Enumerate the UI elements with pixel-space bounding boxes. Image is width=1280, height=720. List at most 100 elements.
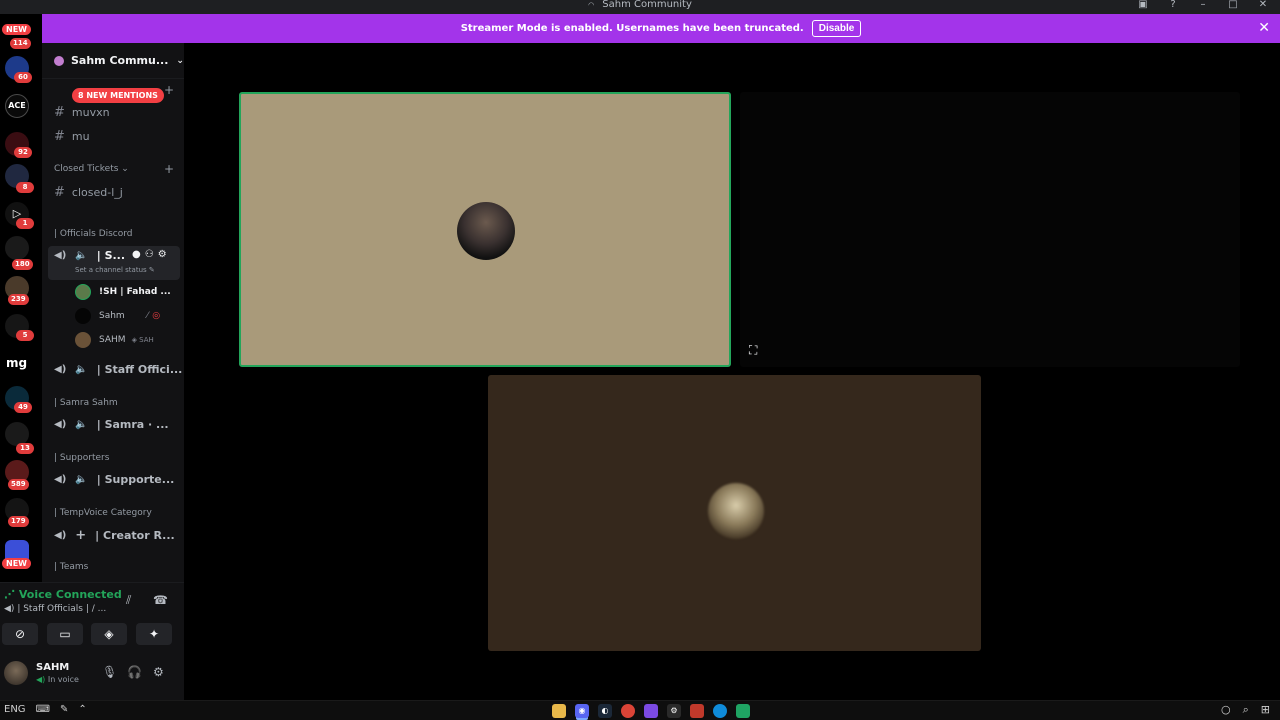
voice-tile-speaking[interactable] <box>239 92 731 367</box>
voice-channel-name[interactable]: ◀) | Staff Officials | / ... <box>4 604 106 614</box>
server-icon-ace[interactable]: ACE <box>5 94 29 118</box>
category-officials[interactable]: | Officials Discord <box>54 229 133 239</box>
minimize-icon[interactable]: – <box>1196 0 1210 10</box>
disconnect-icon[interactable]: ☎ <box>153 593 168 607</box>
close-banner-icon[interactable]: ✕ <box>1258 20 1270 36</box>
start-icon[interactable]: ⊞ <box>1261 703 1270 717</box>
channel-label: mu <box>71 130 90 143</box>
app-icon[interactable] <box>736 704 750 718</box>
activity-button[interactable]: ◈ <box>91 623 127 645</box>
category-label: Closed Tickets <box>54 164 119 174</box>
chat-icon[interactable]: ● <box>132 249 141 260</box>
inbox-icon[interactable]: ▣ <box>1136 0 1150 10</box>
category-teams[interactable]: | Teams <box>54 562 88 572</box>
avatar <box>75 284 91 300</box>
channel-mu[interactable]: # mu <box>54 129 90 144</box>
channel-status-hint[interactable]: Set a channel status ✎ <box>75 266 155 274</box>
noise-suppression-icon[interactable]: ⫽ <box>126 593 131 608</box>
avatar <box>75 308 91 324</box>
language-indicator[interactable]: ENG <box>4 704 26 715</box>
add-channel-icon[interactable]: + <box>164 162 174 176</box>
settings-icon[interactable]: ⚙ <box>158 249 167 260</box>
speaker-icon: ◀) <box>4 604 15 614</box>
unread-badge: 179 <box>8 516 29 527</box>
disable-streamer-button[interactable]: Disable <box>811 20 862 37</box>
taskbar-right: ○ ⌕ ⊞ <box>1221 703 1270 717</box>
voice-connected-status[interactable]: ⋰ Voice Connected <box>4 588 122 601</box>
voice-status-panel: ⋰ Voice Connected ◀) | Staff Officials |… <box>0 582 184 700</box>
status-hint-label: Set a channel status <box>75 266 147 274</box>
category-tempvoice[interactable]: | TempVoice Category <box>54 508 152 518</box>
new-pill[interactable]: NEW <box>2 558 31 569</box>
settings-app-icon[interactable]: ⚙ <box>667 704 681 718</box>
member-name: !SH | Fahad ... <box>99 287 171 297</box>
soundboard-button[interactable]: ✦ <box>136 623 172 645</box>
streamer-mode-banner: Streamer Mode is enabled. Usernames have… <box>42 14 1280 43</box>
channel-muvxn[interactable]: # muvxn <box>54 105 110 120</box>
unread-badge: 239 <box>8 294 29 305</box>
app-loading-icon: ◠ <box>588 1 595 9</box>
category-samra[interactable]: | Samra Sahm <box>54 398 118 408</box>
banner-text: Streamer Mode is enabled. Usernames have… <box>460 23 804 34</box>
avatar <box>75 332 91 348</box>
user-status: ◀) In voice <box>36 675 79 684</box>
help-icon[interactable]: ? <box>1166 0 1180 10</box>
voice-member[interactable]: Sahm ⁄ ◎ <box>75 308 160 324</box>
unread-badge: 49 <box>14 402 32 413</box>
user-status-label: In voice <box>47 675 79 684</box>
user-settings-icon[interactable]: ⚙ <box>153 665 164 679</box>
category-closed-tickets[interactable]: Closed Tickets ⌄ <box>54 164 129 174</box>
volume-icon: 🔈 <box>75 364 88 375</box>
hash-icon: # <box>54 105 65 120</box>
voice-channel-samra[interactable]: ◀) 🔈 | Samra · ... <box>54 418 169 431</box>
volume-icon: 🔈 <box>75 250 88 261</box>
camera-button[interactable]: ⊘ <box>2 623 38 645</box>
cortana-icon[interactable]: ○ <box>1221 703 1231 717</box>
app-icon[interactable] <box>690 704 704 718</box>
soundboard-icon: ✦ <box>148 627 160 641</box>
server-icon[interactable] <box>5 236 29 260</box>
unread-badge: 8 <box>16 182 34 193</box>
new-pill[interactable]: NEW <box>2 24 31 35</box>
voice-channel-label: | Staff Officials | / ... <box>17 604 107 614</box>
headphones-icon[interactable]: 🎧 <box>127 665 142 679</box>
gamepad-icon: ◈ <box>104 627 114 641</box>
pen-icon[interactable]: ✎ <box>60 704 68 715</box>
microphone-icon[interactable]: 🎙 <box>102 665 117 679</box>
server-header[interactable]: Sahm Commu... ⌄ <box>42 43 184 79</box>
speaker-icon: ◀) <box>54 364 67 375</box>
discord-icon[interactable]: ◉ <box>575 704 589 718</box>
invite-icon[interactable]: ⚇ <box>145 249 154 260</box>
voice-label: | Supporte... <box>96 473 175 486</box>
edge-icon[interactable] <box>713 704 727 718</box>
voice-tile[interactable] <box>488 375 981 651</box>
voice-channel-active[interactable]: ◀) 🔈 | S... <box>54 249 125 262</box>
maximize-icon[interactable]: □ <box>1226 0 1240 10</box>
user-avatar[interactable] <box>4 661 28 685</box>
file-explorer-icon[interactable] <box>552 704 566 718</box>
chrome-icon[interactable] <box>621 704 635 718</box>
voice-channel-supporters[interactable]: ◀) 🔈 | Supporte... <box>54 473 174 486</box>
participant-avatar <box>708 483 764 539</box>
voice-label: | S... <box>96 249 126 262</box>
focus-icon[interactable]: ⛶ <box>749 343 757 358</box>
steam-icon[interactable]: ◐ <box>598 704 612 718</box>
category-supporters[interactable]: | Supporters <box>54 453 109 463</box>
chevron-up-icon[interactable]: ⌃ <box>78 704 86 715</box>
member-name: Sahm <box>99 311 125 321</box>
screen-share-button[interactable]: ▭ <box>47 623 83 645</box>
app-icon[interactable] <box>644 704 658 718</box>
channel-closed[interactable]: # closed-l_j <box>54 185 123 200</box>
close-window-icon[interactable]: ✕ <box>1256 0 1270 10</box>
voice-tile-dark[interactable] <box>740 92 1240 367</box>
keyboard-icon[interactable]: ⌨ <box>36 704 50 715</box>
voice-channel-creator[interactable]: ◀) + | Creator R... <box>54 528 175 543</box>
search-icon[interactable]: ⌕ <box>1243 703 1249 717</box>
voice-channel-staff[interactable]: ◀) 🔈 | Staff Offici... <box>54 363 182 376</box>
server-icon-mg[interactable]: mg <box>6 356 27 370</box>
volume-icon: 🔈 <box>75 474 88 485</box>
new-mentions-pill[interactable]: 8 NEW MENTIONS <box>72 88 164 103</box>
add-channel-icon[interactable]: + <box>164 83 174 97</box>
voice-member[interactable]: !SH | Fahad ... <box>75 284 171 300</box>
voice-member[interactable]: SAHM ◈ SAH <box>75 332 154 348</box>
